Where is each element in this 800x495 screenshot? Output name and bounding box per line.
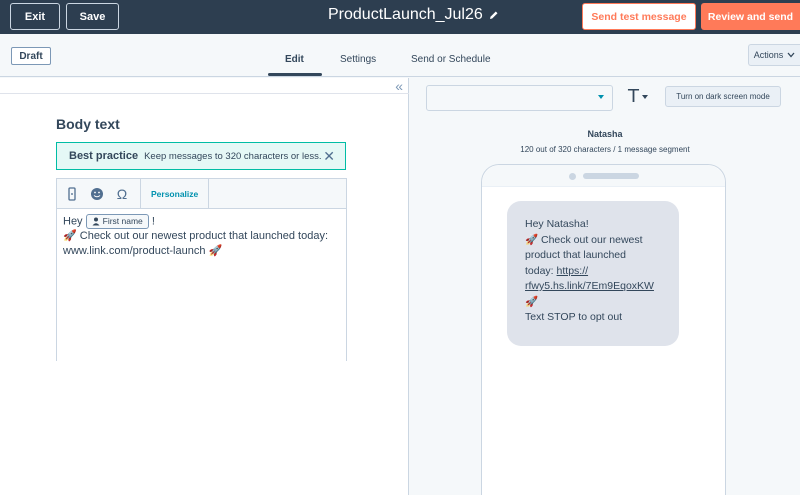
caret-down-icon xyxy=(598,95,604,99)
collapse-strip: « xyxy=(0,78,409,94)
exit-button[interactable]: Exit xyxy=(10,3,60,30)
phone-header xyxy=(482,165,725,187)
close-icon[interactable]: ✕ xyxy=(323,148,335,165)
bubble-line-4: today: https:// xyxy=(525,264,661,280)
send-test-message-button[interactable]: Send test message xyxy=(582,3,696,30)
message-bubble: Hey Natasha! 🚀 Check out our newest prod… xyxy=(507,201,679,346)
contact-select[interactable] xyxy=(426,85,613,111)
double-chevron-left-icon[interactable]: « xyxy=(395,78,403,94)
sms-editor: Ω Personalize Hey First name ! 🚀 Check o… xyxy=(56,178,347,361)
review-and-send-button[interactable]: Review and send xyxy=(701,3,800,30)
caret-down-icon xyxy=(642,94,648,99)
phone-camera xyxy=(569,173,576,180)
best-practice-title: Best practice xyxy=(69,150,139,162)
tab-settings[interactable]: Settings xyxy=(340,54,376,65)
dark-mode-button[interactable]: Turn on dark screen mode xyxy=(665,86,781,107)
bubble-link-part-1[interactable]: https:// xyxy=(557,265,589,277)
tab-edit[interactable]: Edit xyxy=(285,54,304,65)
bubble-link-part-2[interactable]: rfwy5.hs.link/7Em9EqoxKW xyxy=(525,279,661,295)
greeting-text: Hey xyxy=(63,215,83,228)
omega-icon[interactable]: Ω xyxy=(112,184,132,204)
actions-label: Actions xyxy=(753,50,784,60)
message-title[interactable]: ProductLaunch_Jul26 xyxy=(328,6,499,24)
status-badge: Draft xyxy=(11,47,51,65)
message-title-text: ProductLaunch_Jul26 xyxy=(328,6,483,23)
bubble-line-3: product that launched xyxy=(525,249,626,261)
personalization-token[interactable]: First name xyxy=(85,214,149,229)
bubble-rocket: 🚀 xyxy=(525,295,539,308)
mobile-icon[interactable] xyxy=(62,184,82,204)
person-icon xyxy=(92,217,100,226)
save-button[interactable]: Save xyxy=(66,3,119,30)
bubble-line-4-prefix: today: xyxy=(525,264,557,277)
bubble-opt-out: Text STOP to opt out xyxy=(525,311,623,323)
preview-panel: T Turn on dark screen mode Natasha 120 o… xyxy=(410,78,800,495)
text-format-icon[interactable]: T xyxy=(628,86,648,107)
editor-toolbar: Ω Personalize xyxy=(57,178,346,209)
personalize-button[interactable]: Personalize xyxy=(140,178,210,209)
pencil-icon[interactable] xyxy=(489,10,499,20)
token-label: First name xyxy=(102,216,143,226)
body-text-heading: Body text xyxy=(56,116,120,132)
body-line-2: 🚀 Check out our newest product that laun… xyxy=(63,230,329,243)
emoji-icon[interactable] xyxy=(87,184,107,204)
top-bar: Exit Save ProductLaunch_Jul26 Send test … xyxy=(0,0,800,34)
character-count: 120 out of 320 characters / 1 message se… xyxy=(520,145,690,154)
best-practice-alert: Best practice Keep messages to 320 chara… xyxy=(56,142,346,170)
sms-text-area[interactable]: Hey First name ! 🚀 Check out our newest … xyxy=(57,209,346,361)
phone-preview: Hey Natasha! 🚀 Check out our newest prod… xyxy=(481,164,726,495)
best-practice-text: Keep messages to 320 characters or less. xyxy=(144,150,322,162)
bubble-line-2: 🚀 Check out our newest xyxy=(525,233,643,246)
preview-contact-name: Natasha xyxy=(587,129,623,139)
active-tab-indicator xyxy=(268,73,322,76)
bubble-line-1: Hey Natasha! xyxy=(525,218,589,230)
phone-speaker xyxy=(583,173,639,179)
editor-panel: « Body text Best practice Keep messages … xyxy=(0,78,409,495)
body-line-3: www.link.com/product-launch 🚀 xyxy=(63,245,223,258)
actions-dropdown[interactable]: Actions xyxy=(748,44,800,66)
tab-send-or-schedule[interactable]: Send or Schedule xyxy=(411,54,491,65)
tab-bar: Draft Edit Settings Send or Schedule Act… xyxy=(0,34,800,77)
chevron-down-icon xyxy=(787,52,795,58)
after-token-text: ! xyxy=(151,215,155,228)
